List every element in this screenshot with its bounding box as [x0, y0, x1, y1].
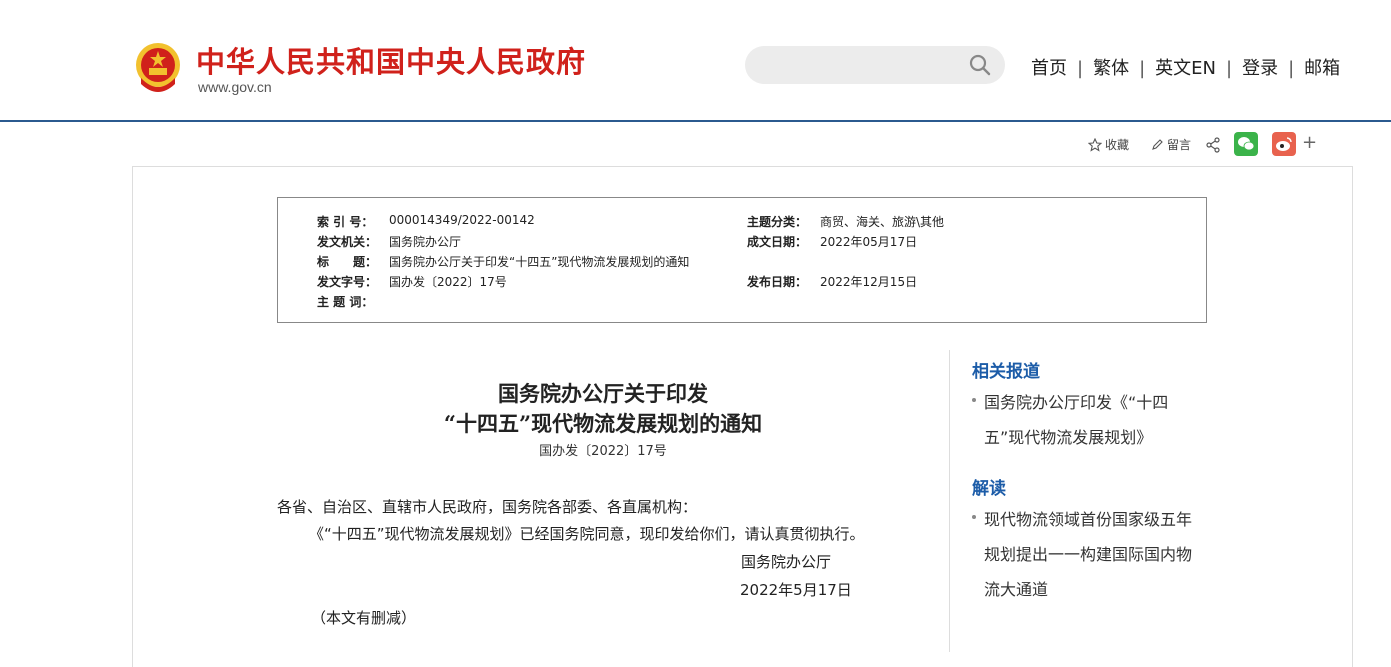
related-link-line: 五”现代物流发展规划》: [984, 428, 1153, 447]
sidebar-divider: [949, 350, 950, 652]
header-divider: [0, 120, 1391, 122]
article-date: 2022年5月17日: [740, 581, 852, 599]
doc-number-label: 发文字号：: [317, 275, 378, 289]
nav-separator: |: [1288, 58, 1295, 79]
related-link[interactable]: 国务院办公厅印发《“十四 五”现代物流发展规划》: [984, 385, 1199, 455]
nav-english[interactable]: 英文EN: [1155, 58, 1216, 79]
comment-button[interactable]: 留言: [1150, 136, 1191, 153]
article-title-line1: 国务院办公厅关于印发: [498, 381, 708, 406]
issuer-label: 发文机关：: [317, 235, 378, 249]
share-icon[interactable]: [1205, 137, 1221, 153]
favorite-label: 收藏: [1105, 138, 1130, 152]
weibo-icon[interactable]: [1272, 132, 1296, 156]
nav-mail[interactable]: 邮箱: [1304, 58, 1340, 79]
star-icon: [1088, 137, 1102, 152]
pen-icon: [1152, 138, 1163, 150]
written-date-label: 成文日期：: [747, 235, 808, 249]
article-title-line2: “十四五”现代物流发展规划的通知: [443, 411, 763, 436]
bullet: [972, 398, 976, 402]
interpret-link-line: 现代物流领域首份国家级五年: [984, 510, 1193, 529]
index-value: 000014349/2022-00142: [389, 213, 535, 227]
national-emblem-icon[interactable]: [133, 40, 183, 94]
document-meta-box: 索 引 号： 000014349/2022-00142 主题分类： 商贸、海关、…: [277, 197, 1207, 323]
interpret-link-line: 规划提出一一构建国际国内物: [984, 545, 1193, 564]
interpret-heading: 解读: [972, 479, 1006, 499]
related-link-line: 国务院办公厅印发《“十四: [984, 393, 1169, 412]
related-heading: 相关报道: [972, 362, 1040, 382]
site-url[interactable]: www.gov.cn: [198, 79, 272, 95]
search-input[interactable]: [745, 46, 1005, 84]
nav-traditional[interactable]: 繁体: [1093, 58, 1129, 79]
article-body: 《“十四五”现代物流发展规划》已经国务院同意，现印发给你们，请认真贯彻执行。: [309, 525, 865, 543]
doc-number-value: 国办发〔2022〕17号: [389, 275, 507, 289]
search-icon[interactable]: [969, 54, 991, 76]
nav-separator: |: [1077, 58, 1084, 79]
published-date-value: 2022年12月15日: [820, 275, 918, 289]
written-date-value: 2022年05月17日: [820, 235, 918, 249]
nav-separator: |: [1226, 58, 1233, 79]
index-label: 索 引 号：: [317, 215, 374, 229]
category-label: 主题分类：: [747, 215, 808, 229]
category-value: 商贸、海关、旅游\其他: [820, 215, 945, 229]
keywords-label: 主 题 词：: [317, 295, 374, 309]
plus-icon[interactable]: +: [1302, 132, 1317, 153]
comment-label: 留言: [1167, 138, 1192, 152]
article-note: （本文有删减）: [311, 609, 417, 627]
article-signature: 国务院办公厅: [741, 553, 832, 571]
article-salutation: 各省、自治区、直辖市人民政府，国务院各部委、各直属机构：: [277, 498, 698, 516]
site-title[interactable]: 中华人民共和国中央人民政府: [196, 39, 586, 81]
site-header: 中华人民共和国中央人民政府 www.gov.cn 首页 | 繁体 | 英文EN | 登录 | 邮…: [0, 0, 1391, 121]
bullet: [972, 515, 976, 519]
issuer-value: 国务院办公厅: [389, 235, 462, 249]
favorite-button[interactable]: 收藏: [1088, 136, 1129, 153]
published-date-label: 发布日期：: [747, 275, 808, 289]
nav-separator: |: [1139, 58, 1146, 79]
interpret-link-line: 流大通道: [984, 580, 1049, 599]
title-value: 国务院办公厅关于印发“十四五”现代物流发展规划的通知: [389, 255, 690, 269]
nav-home[interactable]: 首页: [1031, 58, 1067, 79]
nav-login[interactable]: 登录: [1242, 58, 1278, 79]
top-navigation: 首页 | 繁体 | 英文EN | 登录 | 邮箱: [1031, 54, 1340, 80]
article-doc-number: 国办发〔2022〕17号: [539, 444, 667, 459]
wechat-icon[interactable]: [1234, 132, 1258, 156]
title-label: 标 题：: [317, 255, 378, 269]
interpret-link[interactable]: 现代物流领域首份国家级五年 规划提出一一构建国际国内物 流大通道: [984, 502, 1199, 607]
